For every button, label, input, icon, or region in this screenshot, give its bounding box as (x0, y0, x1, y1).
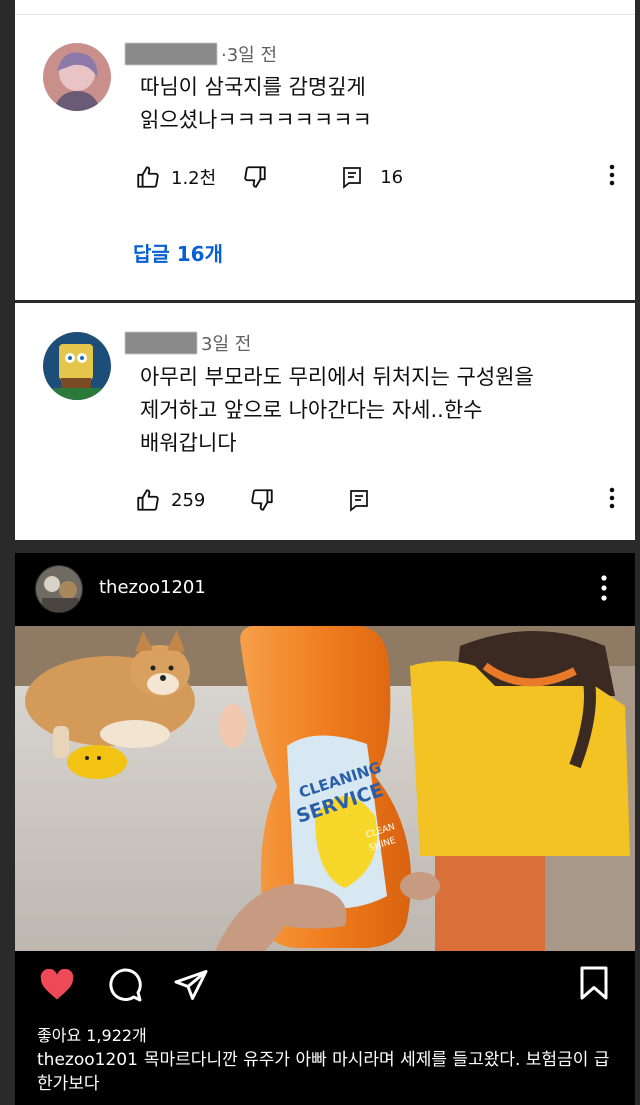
like-button[interactable]: 1.2천 (135, 164, 216, 190)
thumbs-up-icon (137, 166, 159, 188)
comment-line: 따님이 삼국지를 감명깊게 (140, 75, 366, 99)
comment-meta: ·3일 전 (125, 41, 277, 67)
comment-card-1: ·3일 전 따님이 삼국지를 감명깊게 읽으셨나ㅋㅋㅋㅋㅋㅋㅋㅋ 1.2천 16… (15, 0, 635, 300)
post-photo[interactable]: CLEANING SERVICE CLEAN SHINE (15, 626, 635, 951)
like-count[interactable]: 좋아요 1,922개 (37, 1022, 147, 1046)
post-username[interactable]: thezoo1201 (99, 577, 206, 598)
comment-line: 배워갑니다 (140, 431, 237, 455)
view-replies-link[interactable]: 답글 16개 (133, 238, 223, 267)
like-count: 259 (171, 489, 206, 511)
comment-time: ·3일 전 (221, 45, 278, 66)
heart-icon[interactable] (39, 968, 75, 1005)
bookmark-icon[interactable] (579, 965, 609, 1005)
thumbs-down-icon (244, 166, 266, 188)
blurred-username (125, 43, 217, 65)
reply-button[interactable] (347, 487, 371, 513)
comment-icon (350, 490, 369, 512)
more-options-icon[interactable] (609, 487, 615, 514)
more-options-icon[interactable] (609, 164, 615, 191)
reply-button[interactable]: 16 (340, 164, 403, 190)
comment-bubble-icon[interactable] (107, 967, 143, 1007)
thumbs-up-icon (137, 489, 159, 511)
avatar[interactable] (43, 43, 111, 111)
profile-avatar[interactable] (35, 565, 83, 613)
divider (15, 14, 635, 15)
post-actions (15, 951, 635, 1021)
comment-actions: 1.2천 16 (135, 162, 615, 192)
comment-line: 아무리 부모라도 무리에서 뒤처지는 구성원을 (140, 365, 534, 389)
post-header: thezoo1201 (15, 553, 635, 626)
comment-time: 3일 전 (201, 334, 252, 355)
comment-text: 아무리 부모라도 무리에서 뒤처지는 구성원을 제거하고 앞으로 나아간다는 자… (140, 361, 534, 460)
caption-username[interactable]: thezoo1201 (37, 1050, 138, 1070)
comment-card-2: 3일 전 아무리 부모라도 무리에서 뒤처지는 구성원을 제거하고 앞으로 나아… (15, 303, 635, 540)
avatar[interactable] (43, 332, 111, 400)
comment-meta: 3일 전 (125, 330, 251, 356)
post-caption: thezoo1201 목마르다니깐 유주가 아빠 마시라며 세제를 들고왔다. 보… (37, 1048, 622, 1096)
comment-line: 제거하고 앞으로 나아간다는 자세..한수 (140, 398, 483, 422)
like-count: 1.2천 (171, 168, 217, 189)
reply-count: 16 (380, 166, 404, 188)
dislike-button[interactable] (249, 487, 275, 513)
blurred-username (125, 332, 197, 354)
comment-line: 읽으셨나ㅋㅋㅋㅋㅋㅋㅋㅋ (140, 108, 372, 132)
dislike-button[interactable] (242, 164, 268, 190)
comment-text: 따님이 삼국지를 감명깊게 읽으셨나ㅋㅋㅋㅋㅋㅋㅋㅋ (140, 71, 372, 137)
thumbs-down-icon (251, 489, 274, 511)
comment-icon (343, 167, 362, 189)
more-options-icon[interactable] (601, 575, 607, 605)
comment-actions: 259 (135, 485, 615, 515)
share-icon[interactable] (173, 967, 209, 1007)
instagram-post: thezoo1201 CLEANING SERVICE CLEAN SHINE … (15, 553, 635, 1105)
like-button[interactable]: 259 (135, 487, 205, 513)
